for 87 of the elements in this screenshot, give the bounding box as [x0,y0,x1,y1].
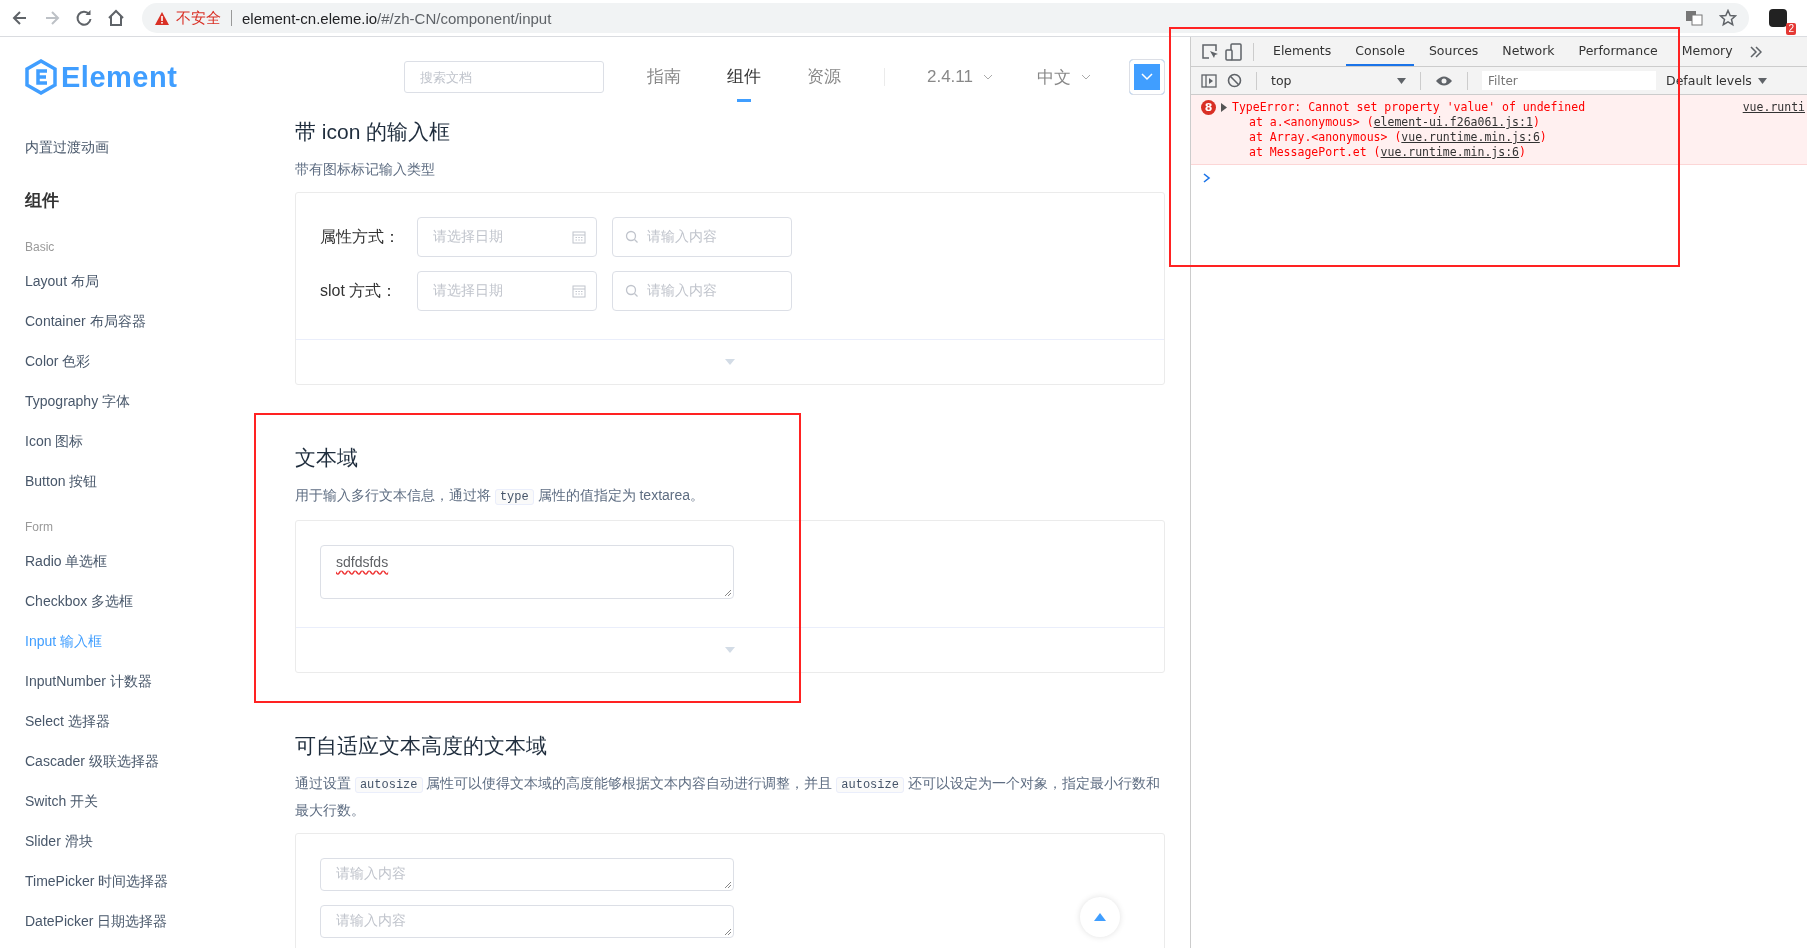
calendar-icon [572,230,586,244]
notification-badge: 2 [1786,23,1796,35]
extension-icon[interactable] [1769,9,1787,27]
caret-down-icon [725,647,735,653]
translate-icon[interactable] [1685,9,1703,27]
source-link[interactable]: vue.runtime.min.js:6 [1401,130,1540,144]
caret-up-icon [1094,913,1106,921]
sidebar-category: Basic [25,239,56,256]
context-selector[interactable]: top [1271,73,1406,88]
section-title: 带 icon 的输入框 [295,119,452,145]
field-label: slot 方式： [320,280,399,301]
sidebar-toggle-icon[interactable] [1201,73,1217,88]
dropdown-triangle-icon [1397,77,1406,84]
inspect-icon[interactable] [1201,42,1219,61]
warning-icon [154,10,170,26]
nav-link[interactable]: 指南 [624,37,704,117]
search-field[interactable]: 搜索文档 [404,61,604,93]
sidebar-link[interactable]: Cascader 级联选择器 [25,741,255,781]
chevron-down-icon [983,74,993,80]
prompt-icon [1203,173,1211,183]
sidebar-link[interactable]: Radio 单选框 [25,541,255,581]
security-warning: 不安全 [176,8,221,28]
version-dropdown[interactable]: 2.4.11 [927,67,993,87]
search-icon [625,284,639,298]
sidebar-heading: 组件 [25,190,60,212]
device-icon[interactable] [1225,42,1243,61]
source-link[interactable]: vue.runti [1742,100,1805,114]
source-link[interactable]: vue.runtime.min.js:6 [1380,145,1520,159]
address-bar[interactable]: 不安全 element-cn.eleme.io/#/zh-CN/component/input [142,3,1749,33]
devtools-tab[interactable]: Elements [1264,37,1341,66]
error-text: TypeError: Cannot set property 'value' of undefined [1232,100,1586,114]
url-text: element-cn.eleme.io/#/zh-CN/component/input [242,9,552,27]
caret-down-icon [725,359,735,365]
chevron-down-icon [1081,74,1091,80]
sidebar-category: Form [25,519,54,536]
sidebar-link[interactable]: TimePicker 时间选择器 [25,861,255,901]
stack-trace-line: at Array.<anonymous> (vue.runtime.min.js:6) [1248,130,1548,145]
devtools-tab[interactable]: Sources [1419,37,1488,66]
field-label: 属性方式： [320,226,401,247]
resize-handle-icon [724,881,731,888]
eye-icon[interactable] [1435,74,1453,87]
theme-button[interactable] [1129,59,1165,95]
stack-trace-line: at MessagePort.et (vue.runtime.min.js:6) [1248,145,1527,160]
filter-field[interactable]: Filter [1482,71,1656,90]
sidebar-link[interactable]: 内置过渡动画 [25,127,255,167]
section-title: 可自适应文本高度的文本域 [295,733,548,759]
sidebar-link[interactable]: Icon 图标 [25,421,255,461]
sidebar-link[interactable]: Color 色彩 [25,341,255,381]
sidebar-link[interactable]: Container 布局容器 [25,301,255,341]
section-title: 文本域 [295,445,359,471]
sidebar-link[interactable]: DatePicker 日期选择器 [25,901,255,941]
sidebar-link[interactable]: InputNumber 计数器 [25,661,255,701]
more-tabs-icon[interactable] [1749,45,1762,58]
devtools-tab[interactable]: Network [1493,37,1564,66]
devtools-tab[interactable]: Memory [1672,37,1742,66]
source-link[interactable]: element-ui.f26a061.js:1 [1373,115,1533,129]
stack-trace-line: at a.<anonymous> (element-ui.f26a061.js:1) [1248,115,1541,130]
sidebar-link[interactable]: Switch 开关 [25,781,255,821]
resize-handle-icon [724,589,731,596]
search-icon [625,230,639,244]
sidebar-link[interactable]: Select 选择器 [25,701,255,741]
textarea-field[interactable]: sdfdsfds [320,545,734,599]
reload-icon[interactable] [74,8,94,28]
language-dropdown[interactable]: 中文 [1037,65,1091,89]
clear-console-icon[interactable] [1227,73,1242,88]
star-icon[interactable] [1719,9,1737,27]
chevron-down-icon [1141,73,1153,81]
nav-link[interactable]: 组件 [704,37,784,117]
logo-icon [25,59,57,95]
sidebar-link[interactable]: Typography 字体 [25,381,255,421]
devtools-tab[interactable]: Performance [1569,37,1667,66]
logo-text: Element [61,60,178,94]
section-description: 带有图标标记输入类型 [295,160,436,179]
calendar-icon [572,284,586,298]
section-description: 通过设置 autosize 属性可以使得文本域的高度能够根据文本内容自动进行调整，并且 autosize 还可以设定为一个对象，指定最小行数和最大行数。 [295,774,1161,820]
dropdown-triangle-icon [1757,77,1767,84]
sidebar-link[interactable]: Layout 布局 [25,261,255,301]
resize-handle-icon [724,928,731,935]
expand-triangle-icon [1221,102,1227,112]
home-icon[interactable] [106,8,126,28]
error-count-badge: 8 [1201,99,1216,115]
back-to-top-button[interactable] [1080,897,1120,937]
sidebar-link[interactable]: Slider 滑块 [25,821,255,861]
sidebar-link[interactable]: Button 按钮 [25,461,255,501]
nav-link[interactable]: 资源 [784,37,864,117]
section-description: 用于输入多行文本信息，通过将 type 属性的值指定为 textarea。 [295,486,706,507]
sidebar-link[interactable]: Checkbox 多选框 [25,581,255,621]
